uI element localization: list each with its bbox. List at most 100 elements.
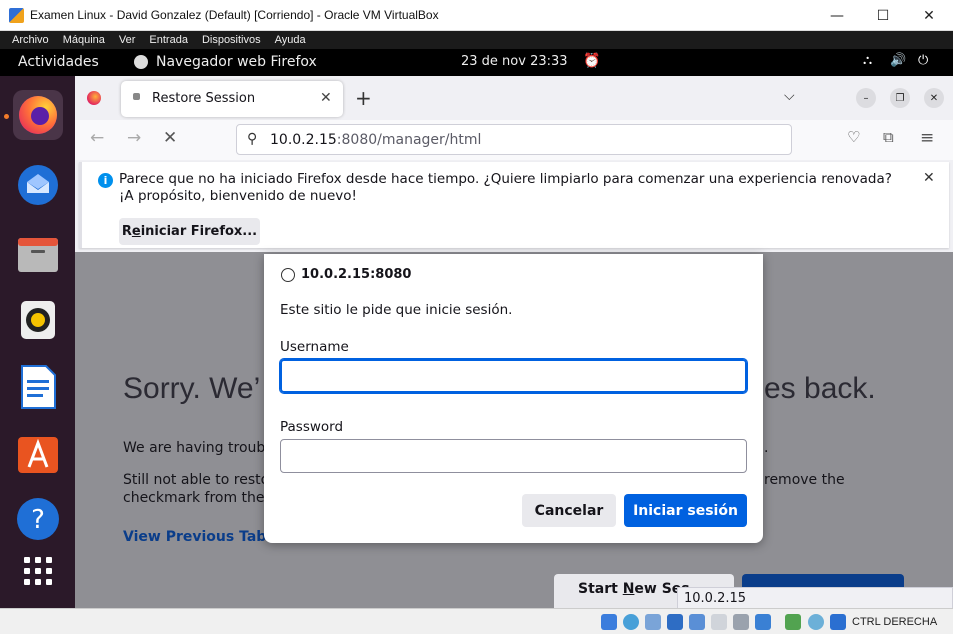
tab-label: Restore Session — [152, 91, 256, 106]
forward-icon[interactable]: → — [127, 128, 141, 148]
pocket-icon[interactable]: ♡ — [847, 128, 860, 146]
volume-icon[interactable]: 🔊 — [890, 53, 906, 68]
refresh-firefox-button[interactable]: Re iniciar Firefox... — [119, 218, 260, 245]
url-bar[interactable]: ⚲ 10.0.2.15:8080/manager/html — [236, 124, 792, 155]
stop-icon[interactable]: ✕ — [163, 128, 177, 148]
app-menu[interactable]: Navegador web Firefox — [134, 54, 317, 70]
list-tabs-icon[interactable]: ⌵ — [784, 88, 795, 104]
mouse-integration-icon[interactable] — [808, 614, 824, 630]
power-icon[interactable]: ⏻ — [918, 53, 928, 68]
url-text: 10.0.2.15:8080/manager/html — [270, 132, 482, 148]
dialog-host-label: 10.0.2.15:8080 — [301, 267, 412, 282]
gnome-topbar: Actividades Navegador web Firefox 23 de … — [0, 49, 953, 76]
svg-text:?: ? — [31, 505, 45, 535]
firefox-icon — [134, 55, 148, 69]
tab-favicon-icon — [133, 93, 140, 100]
document-icon — [21, 365, 56, 409]
username-input[interactable] — [279, 358, 748, 394]
activities-button[interactable]: Actividades — [18, 54, 99, 70]
dock-show-apps[interactable] — [13, 546, 63, 596]
menu-icon[interactable]: ≡ — [920, 128, 934, 148]
paragraph-1-left: We are having troubl — [123, 440, 270, 456]
dock-files[interactable] — [13, 229, 63, 279]
menu-maquina[interactable]: Máquina — [63, 34, 105, 46]
back-icon[interactable]: ← — [90, 128, 104, 148]
keyboard-capture-icon[interactable] — [830, 614, 846, 630]
username-label: Username — [280, 339, 349, 355]
login-button[interactable]: Iniciar sesión — [624, 494, 747, 527]
refresh-notification: i Parece que no ha iniciado Firefox desd… — [79, 162, 949, 248]
dock-firefox[interactable] — [13, 90, 63, 140]
tab-restore-session[interactable]: Restore Session ✕ — [121, 81, 343, 117]
dock-writer[interactable] — [13, 362, 63, 412]
extensions-icon[interactable]: ⧉ — [883, 128, 894, 146]
audio-icon[interactable] — [645, 614, 661, 630]
menu-dispositivos[interactable]: Dispositivos — [202, 34, 261, 46]
dialog-host: 10.0.2.15:8080 — [281, 267, 411, 282]
close-window-button[interactable]: ✕ — [906, 0, 952, 31]
vbox-statusbar: CTRL DERECHA — [0, 608, 953, 634]
clock[interactable]: 23 de nov 23:33 — [461, 54, 568, 69]
tab-strip: Restore Session ✕ + ⌵ – ❐ ✕ — [75, 76, 953, 120]
menu-ayuda[interactable]: Ayuda — [275, 34, 306, 46]
maximize-button[interactable]: ☐ — [860, 0, 906, 31]
speaker-icon — [21, 301, 55, 339]
cpu-icon[interactable] — [785, 614, 801, 630]
info-icon: i — [98, 173, 113, 188]
navigation-toolbar: ← → ✕ ⚲ 10.0.2.15:8080/manager/html ♡ ⧉ … — [75, 120, 953, 160]
password-label: Password — [280, 419, 344, 435]
network-icon[interactable]: ⛬ — [863, 53, 872, 68]
ff-minimize-button[interactable]: – — [856, 88, 876, 108]
network-adapter-icon[interactable] — [667, 614, 683, 630]
status-url: 10.0.2.15 — [677, 587, 953, 609]
firefox-icon — [19, 96, 57, 134]
menu-ver[interactable]: Ver — [119, 34, 136, 46]
headline-left: Sorry. We’ — [123, 372, 261, 405]
dock-thunderbird[interactable] — [13, 160, 63, 210]
software-store-icon — [18, 437, 58, 473]
dock: ? — [0, 76, 75, 608]
paragraph-2-left: Still not able to resto — [123, 472, 270, 488]
minimize-button[interactable]: — — [814, 0, 860, 31]
menu-entrada[interactable]: Entrada — [149, 34, 188, 46]
help-icon: ? — [17, 498, 59, 540]
display-icon[interactable] — [733, 614, 749, 630]
virtualbox-icon — [9, 8, 24, 23]
shared-folders-icon[interactable] — [711, 614, 727, 630]
menu-archivo[interactable]: Archivo — [12, 34, 49, 46]
dialog-subtitle: Este sitio le pide que inicie sesión. — [280, 302, 513, 318]
app-grid-icon — [24, 557, 52, 585]
paragraph-2-right: remove the — [764, 472, 845, 488]
paragraph-3-left: checkmark from the — [123, 490, 265, 506]
dock-help[interactable]: ? — [13, 494, 63, 544]
window-title: Examen Linux - David Gonzalez (Default) … — [30, 8, 439, 22]
optical-drive-icon[interactable] — [623, 614, 639, 630]
host-key-label: CTRL DERECHA — [852, 616, 938, 628]
view-previous-tabs-link[interactable]: View Previous Tabs — [123, 529, 275, 545]
tab-close-icon[interactable]: ✕ — [320, 90, 332, 106]
notification-close-icon[interactable]: ✕ — [923, 170, 935, 186]
window-titlebar: Examen Linux - David Gonzalez (Default) … — [0, 0, 953, 31]
thunderbird-icon — [18, 165, 58, 205]
paragraph-1-right: . — [764, 440, 769, 456]
dock-rhythmbox[interactable] — [13, 295, 63, 345]
cancel-button[interactable]: Cancelar — [522, 494, 616, 527]
usb-icon[interactable] — [689, 614, 705, 630]
running-indicator — [4, 114, 9, 119]
new-tab-button[interactable]: + — [355, 86, 372, 110]
password-input[interactable] — [280, 439, 747, 473]
alarm-icon: ⏰ — [583, 53, 601, 69]
dock-software[interactable] — [13, 428, 63, 478]
ff-close-button[interactable]: ✕ — [924, 88, 944, 108]
search-icon: ⚲ — [247, 131, 258, 147]
recording-icon[interactable] — [755, 614, 771, 630]
app-menu-label: Navegador web Firefox — [156, 54, 317, 70]
ff-restore-button[interactable]: ❐ — [890, 88, 910, 108]
globe-icon — [281, 267, 295, 282]
headline-right: es back. — [764, 372, 876, 405]
firefox-view-icon[interactable] — [87, 91, 101, 105]
vbox-menubar: Archivo Máquina Ver Entrada Dispositivos… — [0, 31, 953, 49]
harddisk-icon[interactable] — [601, 614, 617, 630]
folder-icon — [18, 238, 58, 272]
notification-message: Parece que no ha iniciado Firefox desde … — [119, 171, 892, 204]
